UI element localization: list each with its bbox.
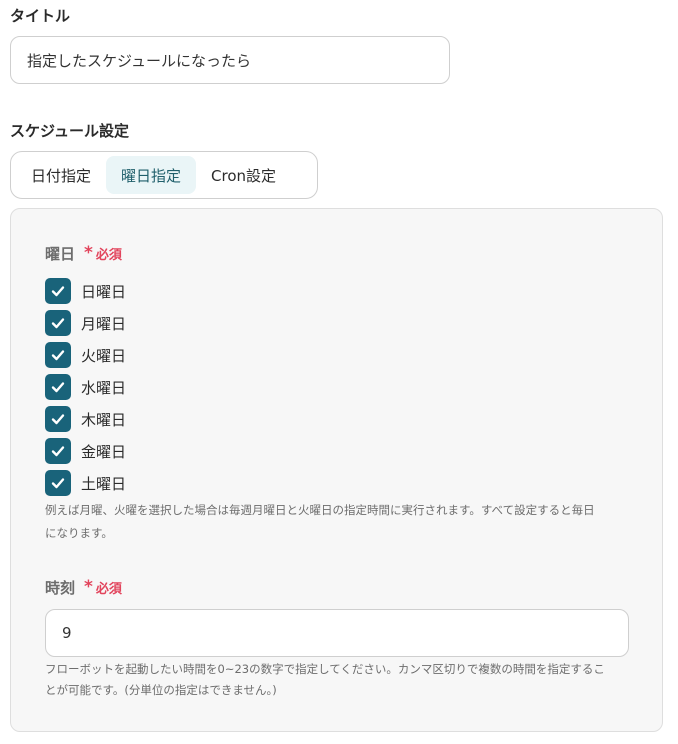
weekday-option-label: 木曜日	[81, 410, 127, 429]
required-star-icon: *	[84, 577, 93, 597]
weekday-option-label: 水曜日	[81, 378, 127, 397]
tab-weekday[interactable]: 曜日指定	[106, 156, 197, 194]
weekday-option-saturday[interactable]: 土曜日	[45, 467, 126, 499]
checkbox-checked-icon[interactable]	[45, 374, 71, 400]
weekday-option-sunday[interactable]: 日曜日	[45, 275, 126, 307]
weekday-option-thursday[interactable]: 木曜日	[45, 403, 126, 435]
time-help-line: フローボットを起動したい時間を0~23の数字で指定してください。カンマ区切りで複…	[45, 662, 605, 676]
checkbox-checked-icon[interactable]	[45, 342, 71, 368]
title-field-label: タイトル	[10, 7, 71, 25]
required-text: 必須	[95, 582, 122, 597]
weekday-option-wednesday[interactable]: 水曜日	[45, 371, 126, 403]
time-help-line: とが可能です。(分単位の指定はできません。)	[45, 683, 277, 697]
weekday-option-label: 日曜日	[81, 282, 127, 301]
required-badge: * 必須	[84, 243, 122, 264]
tab-cron[interactable]: Cron設定	[196, 156, 291, 194]
weekday-option-label: 火曜日	[81, 346, 127, 365]
checkbox-checked-icon[interactable]	[45, 470, 71, 496]
weekday-field-label: 曜日 * 必須	[45, 243, 122, 264]
title-input[interactable]	[10, 36, 450, 84]
weekday-option-friday[interactable]: 金曜日	[45, 435, 126, 467]
required-badge: * 必須	[84, 577, 122, 598]
time-help-text: フローボットを起動したい時間を0~23の数字で指定してください。カンマ区切りで複…	[45, 659, 645, 701]
required-star-icon: *	[84, 243, 93, 263]
weekday-option-monday[interactable]: 月曜日	[45, 307, 126, 339]
weekday-settings-panel: 曜日 * 必須 日曜日 月曜日 火曜日 水曜日 木曜日 金曜日 土曜日 例えば月…	[10, 208, 663, 732]
checkbox-checked-icon[interactable]	[45, 438, 71, 464]
weekday-option-label: 月曜日	[81, 314, 127, 333]
checkbox-checked-icon[interactable]	[45, 406, 71, 432]
time-label-text: 時刻	[45, 579, 76, 597]
checkbox-checked-icon[interactable]	[45, 278, 71, 304]
weekday-help-line: になります。	[45, 526, 113, 540]
weekday-help-text: 例えば月曜、火曜を選択した場合は毎週月曜日と火曜日の指定時間に実行されます。すべ…	[45, 499, 645, 545]
weekday-checkbox-list: 日曜日 月曜日 火曜日 水曜日 木曜日 金曜日 土曜日	[45, 275, 126, 499]
weekday-label-text: 曜日	[45, 245, 76, 263]
time-input[interactable]	[45, 609, 629, 657]
weekday-option-label: 金曜日	[81, 442, 127, 461]
schedule-tabs: 日付指定 曜日指定 Cron設定	[10, 151, 318, 199]
schedule-settings-label: スケジュール設定	[10, 122, 129, 140]
tab-date[interactable]: 日付指定	[16, 156, 106, 194]
time-field-label: 時刻 * 必須	[45, 577, 122, 598]
checkbox-checked-icon[interactable]	[45, 310, 71, 336]
weekday-option-label: 土曜日	[81, 474, 127, 493]
required-text: 必須	[95, 248, 122, 263]
weekday-help-line: 例えば月曜、火曜を選択した場合は毎週月曜日と火曜日の指定時間に実行されます。すべ…	[45, 503, 595, 517]
weekday-option-tuesday[interactable]: 火曜日	[45, 339, 126, 371]
